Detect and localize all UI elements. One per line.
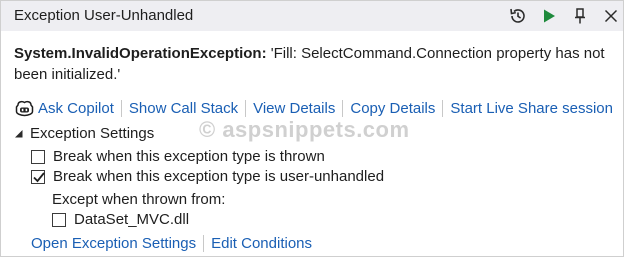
close-icon[interactable] [599, 4, 623, 28]
start-live-share-link[interactable]: Start Live Share session [450, 100, 613, 117]
exception-settings-label: Exception Settings [30, 125, 155, 142]
copy-details-link[interactable]: Copy Details [350, 100, 435, 117]
edit-conditions-link[interactable]: Edit Conditions [211, 235, 312, 252]
break-thrown-label: Break when this exception type is thrown [53, 148, 325, 165]
break-unhandled-option[interactable]: Break when this exception type is user-u… [31, 168, 384, 185]
separator [442, 99, 444, 117]
title-bar: Exception User-Unhandled [1, 1, 623, 31]
history-icon[interactable] [506, 4, 530, 28]
break-unhandled-label: Break when this exception type is user-u… [53, 168, 385, 185]
break-unhandled-checkbox[interactable] [31, 169, 45, 184]
exception-message: System.InvalidOperationException: 'Fill:… [14, 43, 614, 85]
exception-type: System.InvalidOperationException: [14, 45, 267, 62]
separator [203, 234, 205, 252]
view-details-link[interactable]: View Details [253, 100, 335, 117]
pin-icon[interactable] [568, 4, 592, 28]
exception-dialog: Exception User-Unhandled System.InvalidO… [0, 0, 624, 257]
copilot-icon[interactable] [14, 98, 36, 118]
module-label: DataSet_MVC.dll [74, 211, 190, 228]
collapse-triangle-icon[interactable] [14, 129, 24, 139]
separator [245, 99, 247, 117]
ask-copilot-link[interactable]: Ask Copilot [38, 100, 114, 117]
module-checkbox[interactable] [52, 212, 66, 227]
separator [342, 99, 344, 117]
module-option[interactable]: DataSet_MVC.dll [52, 211, 189, 228]
checkmark-icon [33, 171, 45, 182]
action-links: Ask Copilot Show Call Stack View Details… [14, 97, 613, 119]
show-call-stack-link[interactable]: Show Call Stack [129, 100, 238, 117]
dialog-title: Exception User-Unhandled [14, 7, 194, 24]
watermark-text: © aspsnippets.com [199, 117, 410, 142]
break-thrown-checkbox[interactable] [31, 149, 45, 164]
break-thrown-option[interactable]: Break when this exception type is thrown [31, 148, 325, 165]
separator [120, 99, 122, 117]
except-when-label: Except when thrown from: [52, 191, 226, 208]
continue-play-icon[interactable] [537, 4, 561, 28]
open-exception-settings-link[interactable]: Open Exception Settings [31, 235, 196, 252]
exception-settings-header[interactable]: Exception Settings [14, 125, 154, 142]
footer-links: Open Exception Settings Edit Conditions [31, 233, 312, 253]
